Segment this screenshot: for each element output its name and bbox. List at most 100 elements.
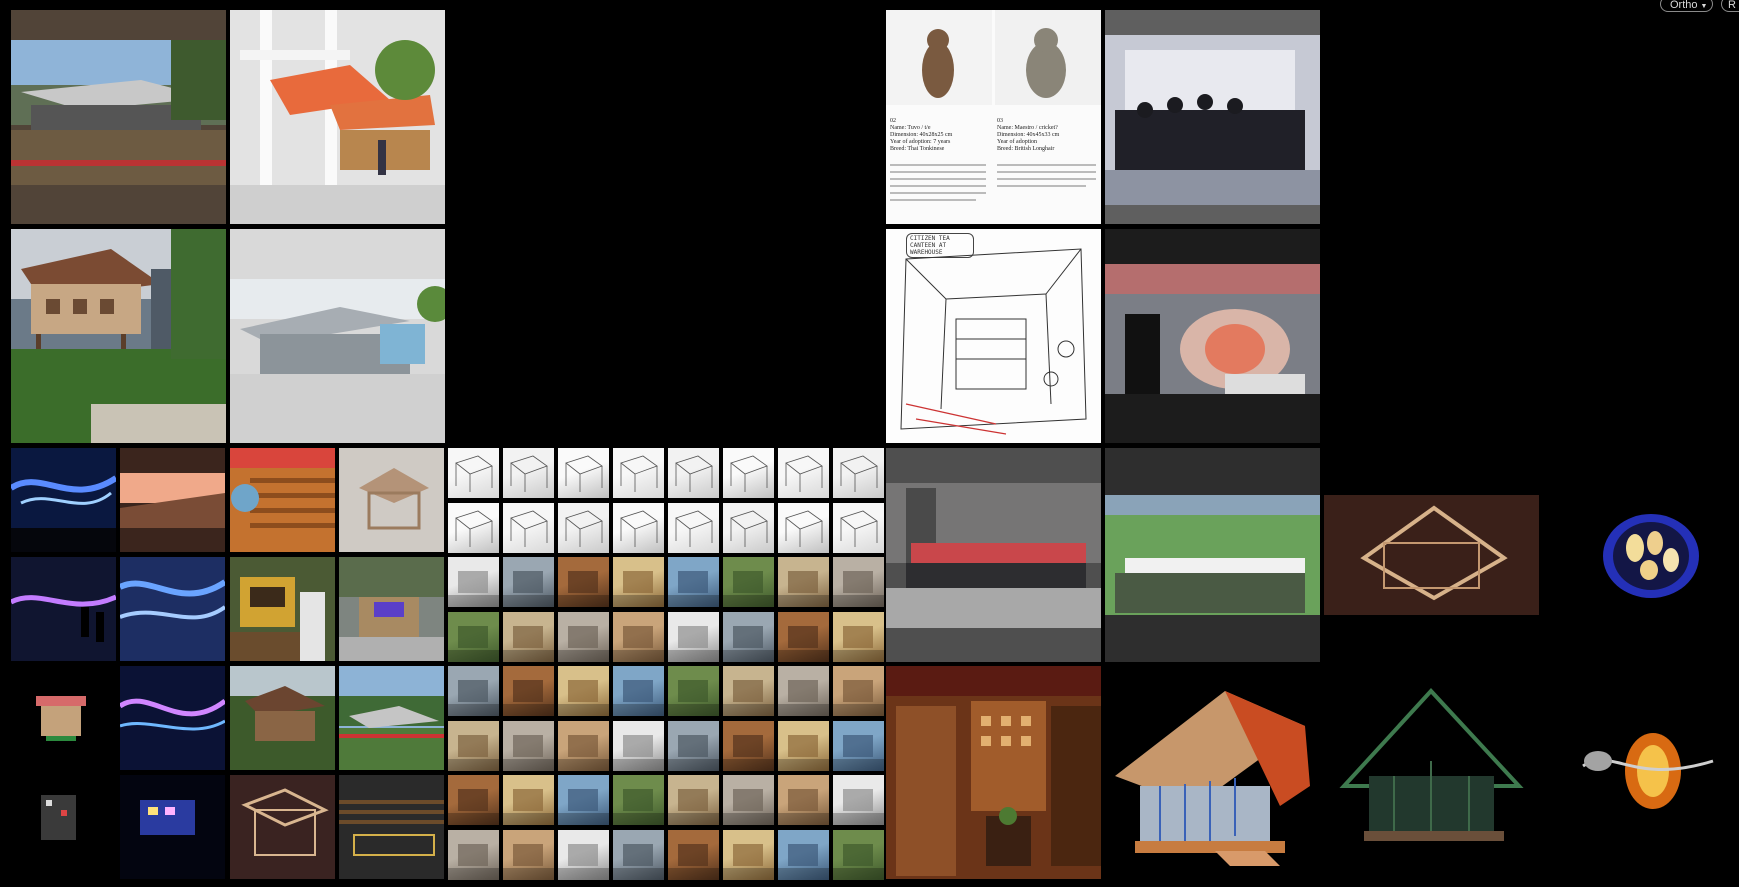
thumbnail-tile[interactable]: [448, 557, 499, 607]
thumbnail-tile[interactable]: [723, 502, 774, 553]
thumbnail-tile[interactable]: [833, 666, 884, 716]
thumbnail-tile[interactable]: [448, 502, 499, 553]
render-tile-brick-screen-wall[interactable]: [886, 666, 1101, 879]
thumbnail-tile[interactable]: [558, 720, 609, 771]
thumbnail-tile[interactable]: [503, 829, 554, 880]
thumbnail-tile[interactable]: [613, 666, 664, 716]
light-art-tile[interactable]: [120, 557, 225, 661]
thumbnail-tile[interactable]: [668, 502, 719, 553]
thumbnail-tile[interactable]: [448, 720, 499, 771]
thumbnail-tile[interactable]: [558, 611, 609, 662]
thumbnail-tile[interactable]: [503, 502, 554, 553]
thumbnail-tile[interactable]: [778, 448, 829, 498]
thumbnail-tile[interactable]: [778, 775, 829, 825]
thumbnail-tile[interactable]: [613, 829, 664, 880]
thumbnail-tile[interactable]: [613, 502, 664, 553]
thumbnail-tile[interactable]: [503, 611, 554, 662]
thumbnail-tile[interactable]: [558, 829, 609, 880]
photo-tile-stilt-house-small[interactable]: [230, 666, 335, 770]
thumbnail-tile[interactable]: [613, 611, 664, 662]
thumbnail-tile[interactable]: [778, 720, 829, 771]
thumbnail-tile[interactable]: [723, 448, 774, 498]
thumbnail-tile[interactable]: [833, 829, 884, 880]
thumbnail-tile[interactable]: [723, 829, 774, 880]
thumbnail-tile[interactable]: [778, 502, 829, 553]
light-art-tile[interactable]: [11, 448, 116, 552]
photo-tile-wood-mural[interactable]: [230, 448, 335, 552]
render-tile-dark-installation[interactable]: [11, 775, 116, 879]
thumbnail-tile[interactable]: [668, 775, 719, 825]
thumbnail-tile[interactable]: [558, 557, 609, 607]
render-tile-salmon-landscape[interactable]: [120, 448, 225, 552]
thumbnail-tile[interactable]: [723, 775, 774, 825]
thumbnail-tile[interactable]: [503, 775, 554, 825]
thumbnail-tile[interactable]: [833, 611, 884, 662]
thumbnail-tile[interactable]: [558, 448, 609, 498]
model-tile-red-kiosk[interactable]: [11, 666, 116, 770]
thumbnail-tile[interactable]: [613, 775, 664, 825]
photo-tile-kiosk-interior[interactable]: [339, 557, 444, 661]
thumbnail-tile[interactable]: [448, 448, 499, 498]
photo-tile-railway-canopy-small[interactable]: [339, 666, 444, 770]
thumbnail-tile[interactable]: [613, 557, 664, 607]
render-tile-amber-sculpture[interactable]: [1543, 666, 1739, 879]
render-tile-gable-house-orange[interactable]: [1105, 666, 1320, 879]
thumbnail-tile[interactable]: [833, 775, 884, 825]
document-tile-cat-profiles[interactable]: 02 Name: Tuvo / t/e Dimension: 40x28x25 …: [886, 10, 1101, 224]
photo-tile-stilt-house[interactable]: [11, 229, 226, 443]
render-tile-perforated-sphere[interactable]: [1543, 448, 1739, 662]
thumbnail-tile[interactable]: [448, 775, 499, 825]
photo-tile-canopy-railway[interactable]: [11, 10, 226, 224]
thumbnail-tile[interactable]: [613, 720, 664, 771]
thumbnail-tile[interactable]: [448, 829, 499, 880]
thumbnail-tile[interactable]: [558, 775, 609, 825]
thumbnail-tile[interactable]: [778, 611, 829, 662]
thumbnail-tile[interactable]: [558, 502, 609, 553]
thumbnail-tile[interactable]: [503, 557, 554, 607]
render-tile-market-canopy[interactable]: [230, 229, 445, 443]
thumbnail-tile[interactable]: [778, 829, 829, 880]
thumbnail-tile[interactable]: [503, 666, 554, 716]
render-tile-axonometric-pavilion[interactable]: [230, 775, 335, 879]
thumbnail-tile[interactable]: [723, 557, 774, 607]
render-tile-bus-shelter[interactable]: [230, 10, 445, 224]
thumbnail-tile[interactable]: [833, 557, 884, 607]
model-tile-wood-pavilion[interactable]: [339, 448, 444, 552]
thumbnail-tile[interactable]: [668, 611, 719, 662]
thumbnail-tile[interactable]: [723, 666, 774, 716]
render-tile-glowing-cube[interactable]: [120, 775, 225, 879]
light-art-tile[interactable]: [120, 666, 225, 770]
thumbnail-tile[interactable]: [448, 611, 499, 662]
thumbnail-tile[interactable]: [558, 666, 609, 716]
view-mode-dropdown[interactable]: Ortho ▼: [1660, 0, 1713, 12]
thumbnail-tile[interactable]: [778, 666, 829, 716]
thumbnail-tile[interactable]: [723, 611, 774, 662]
thumbnail-tile[interactable]: [668, 829, 719, 880]
photo-tile-group-street[interactable]: [886, 448, 1101, 662]
thumbnail-tile[interactable]: [668, 720, 719, 771]
thumbnail-tile[interactable]: [668, 557, 719, 607]
secondary-toolbar-button[interactable]: R: [1721, 0, 1739, 12]
thumbnail-tile[interactable]: [833, 720, 884, 771]
thumbnail-tile[interactable]: [778, 557, 829, 607]
render-tile-gable-house-green[interactable]: [1324, 666, 1539, 879]
sketch-tile-tea-canteen[interactable]: CITIZEN TEA CANTEEN AT WAREHOUSE: [886, 229, 1101, 443]
photo-tile-projection-installation[interactable]: [1105, 229, 1320, 443]
thumbnail-tile[interactable]: [723, 720, 774, 771]
thumbnail-tile[interactable]: [448, 666, 499, 716]
photo-tile-group-dark-room[interactable]: [1105, 10, 1320, 224]
thumbnail-tile[interactable]: [833, 502, 884, 553]
thumbnail-tile[interactable]: [503, 720, 554, 771]
thumbnail-tile[interactable]: [503, 448, 554, 498]
render-tile-wood-wall[interactable]: [339, 775, 444, 879]
thumbnail-tile[interactable]: [833, 448, 884, 498]
thumbnail-tile[interactable]: [668, 448, 719, 498]
photo-tile-classroom-green[interactable]: [1105, 448, 1320, 662]
thumbnail-tile[interactable]: [613, 448, 664, 498]
thumbnail-tile[interactable]: [668, 666, 719, 716]
cat-card-right: 03 Name: Maestro / cricket? Dimension: 4…: [997, 118, 1097, 153]
render-tile-axon-house-dark[interactable]: [1324, 448, 1539, 662]
cat-name: Name: Maestro / cricket?: [997, 125, 1058, 131]
photo-tile-kiosk-yellow[interactable]: [230, 557, 335, 661]
light-art-tile[interactable]: [11, 557, 116, 661]
